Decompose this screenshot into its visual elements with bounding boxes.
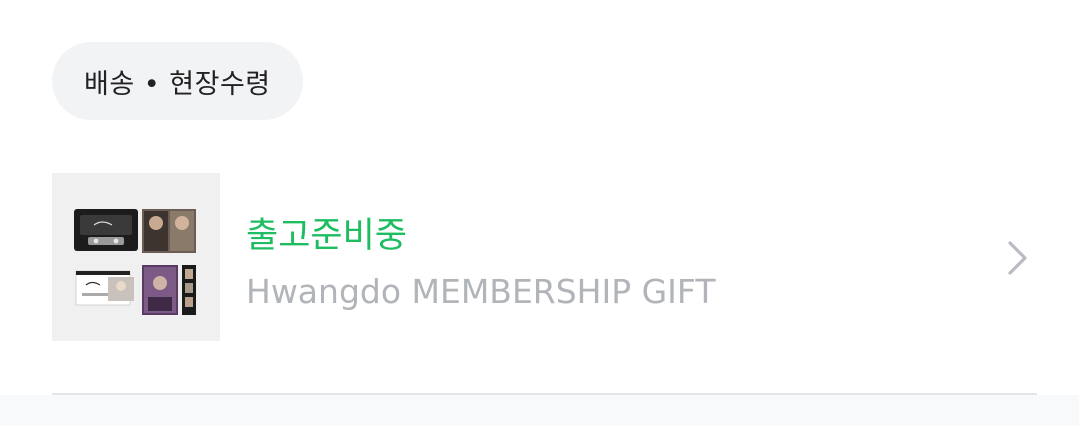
order-list-page: 배송 • 현장수령 출고준비중 Hwangdo MEMBERSHIP GIFT: [0, 0, 1079, 426]
product-name: Hwangdo MEMBERSHIP GIFT: [246, 272, 716, 311]
product-photo-icon: [52, 173, 220, 341]
order-item[interactable]: 출고준비중 Hwangdo MEMBERSHIP GIFT: [52, 173, 1037, 341]
delivery-filter-label: 배송 • 현장수령: [84, 68, 271, 100]
section-separator: [0, 395, 1079, 426]
chevron-right-icon[interactable]: [1007, 239, 1029, 277]
delivery-filter-chip[interactable]: 배송 • 현장수령: [52, 42, 303, 120]
product-thumbnail: [52, 173, 220, 341]
order-status: 출고준비중: [246, 216, 408, 256]
